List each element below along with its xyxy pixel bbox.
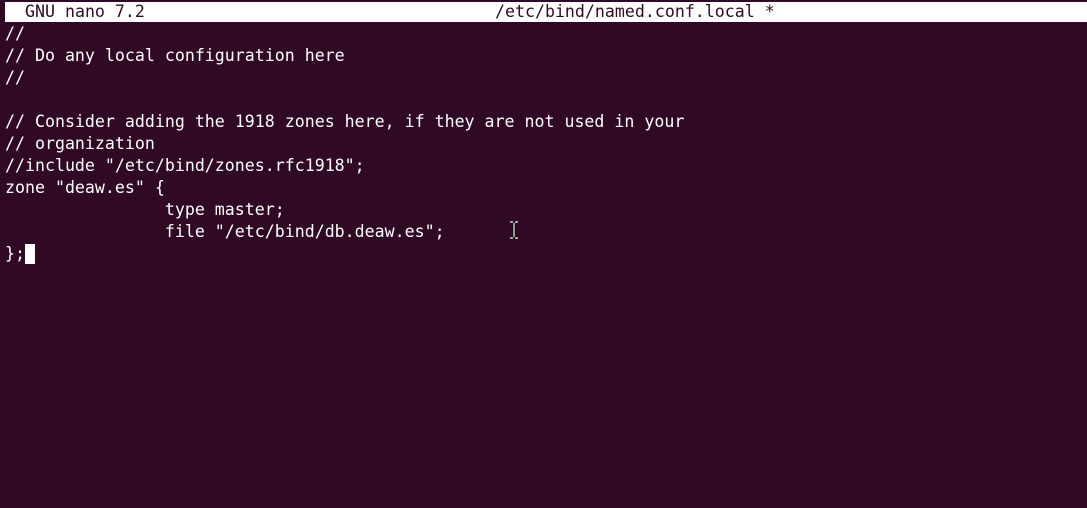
editor-line: file "/etc/bind/db.deaw.es"; xyxy=(5,222,445,241)
editor-line: zone "deaw.es" { xyxy=(5,178,165,197)
editor-line: // organization xyxy=(5,134,155,153)
text-cursor xyxy=(24,244,35,264)
file-name-label: /etc/bind/named.conf.local * xyxy=(495,2,775,21)
editor-line: type master; xyxy=(5,200,285,219)
editor-line-text: }; xyxy=(5,244,25,263)
editor-line: //include "/etc/bind/zones.rfc1918"; xyxy=(5,156,365,175)
text-ibeam-icon xyxy=(510,221,518,239)
terminal-window[interactable]: GNU nano 7.2 /etc/bind/named.conf.local … xyxy=(0,0,1087,508)
nano-title-bar: GNU nano 7.2 /etc/bind/named.conf.local … xyxy=(5,2,1087,22)
editor-line-current: }; xyxy=(5,243,1087,265)
editor-line: // xyxy=(5,68,25,87)
editor-line: // xyxy=(5,24,25,43)
editor-line: // Do any local configuration here xyxy=(5,46,345,65)
editor-text-area[interactable]: // // Do any local configuration here //… xyxy=(5,23,1087,508)
app-version-label: GNU nano 7.2 xyxy=(25,2,145,21)
editor-line: // Consider adding the 1918 zones here, … xyxy=(5,112,685,131)
